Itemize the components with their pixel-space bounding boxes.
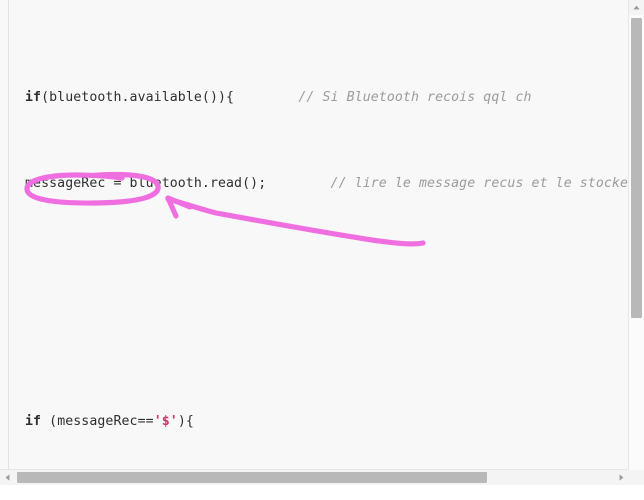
code-text: .	[121, 89, 130, 105]
code-text: .	[201, 176, 210, 192]
chevron-right-icon	[619, 474, 624, 481]
code-text: ();	[242, 176, 331, 192]
chevron-left-icon	[5, 474, 10, 481]
chevron-up-icon	[633, 5, 640, 10]
code-text-layer[interactable]: if(bluetooth.available()){ // Si Bluetoo…	[0, 0, 644, 500]
code-viewer-window: if(bluetooth.available()){ // Si Bluetoo…	[0, 0, 644, 500]
code-editor-surface[interactable]: if(bluetooth.available()){ // Si Bluetoo…	[0, 0, 644, 500]
scroll-left-button[interactable]	[0, 470, 15, 485]
identifier-available: available	[129, 89, 202, 105]
comment-si-bluetooth: // Si Bluetooth recois qql ch	[298, 89, 532, 105]
identifier-messageRec: messageRec	[57, 413, 138, 429]
identifier-read: read	[209, 176, 243, 192]
identifier-bluetooth: bluetooth	[49, 89, 122, 105]
code-line: if (messageRec=='$'){	[0, 411, 644, 433]
code-text: ()){	[201, 89, 299, 105]
code-line: if(bluetooth.available()){ // Si Bluetoo…	[0, 87, 644, 109]
horizontal-scrollbar-thumb[interactable]	[17, 472, 487, 483]
identifier-messageRec: messageRec	[25, 176, 106, 192]
code-text: =	[105, 176, 130, 192]
keyword-if: if	[25, 89, 42, 105]
vertical-scrollbar[interactable]	[628, 0, 644, 485]
vertical-scrollbar-thumb[interactable]	[631, 18, 642, 318]
scroll-up-button[interactable]	[629, 0, 644, 15]
horizontal-scrollbar[interactable]	[0, 469, 629, 485]
identifier-bluetooth: bluetooth	[129, 176, 202, 192]
scrollbar-corner	[629, 470, 644, 485]
window-bottom-strip	[0, 485, 644, 500]
code-text: ==	[137, 413, 154, 429]
code-text: ){	[177, 413, 194, 429]
code-line: messageRec = bluetooth.read(); // lire l…	[0, 173, 644, 195]
keyword-if: if	[25, 413, 42, 429]
scroll-right-button[interactable]	[614, 470, 629, 485]
code-text: (	[41, 413, 58, 429]
comment-lire-le-message: // lire le message recus et le stocker d…	[330, 176, 644, 192]
char-literal-dollar: '$'	[153, 413, 178, 429]
code-text: (	[41, 89, 50, 105]
